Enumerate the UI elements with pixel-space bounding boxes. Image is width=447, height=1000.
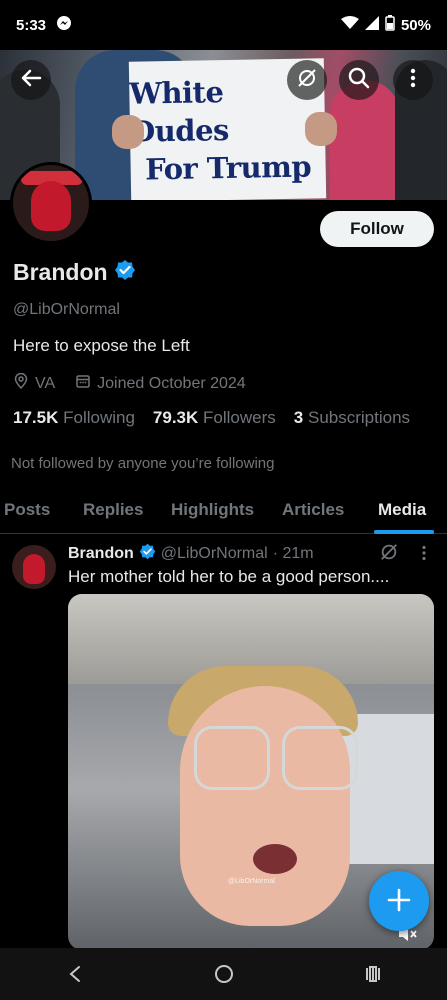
subscriptions-label: Subscriptions: [307, 408, 411, 427]
search-button[interactable]: [339, 60, 379, 100]
sign-line-2: For Trump: [144, 149, 312, 187]
tab-highlights[interactable]: Highlights: [171, 500, 254, 520]
video-mouth: [253, 844, 297, 874]
grok-icon[interactable]: [379, 542, 399, 567]
grok-button[interactable]: [287, 60, 327, 100]
post-handle[interactable]: @LibOrNormal: [161, 545, 268, 563]
verified-badge-icon: [139, 543, 156, 565]
system-nav-bar: [0, 948, 447, 1000]
tab-articles[interactable]: Articles: [282, 500, 344, 520]
status-bar: 5:33 50%: [0, 0, 447, 50]
active-tab-indicator: [374, 530, 434, 534]
profile-meta: VA Joined October 2024: [13, 372, 246, 394]
nav-back-icon[interactable]: [55, 954, 95, 994]
battery-icon: [385, 15, 395, 35]
avatar-mask: [31, 181, 71, 231]
back-arrow-icon: [20, 67, 42, 94]
post-author[interactable]: Brandon: [68, 545, 134, 563]
grok-icon: [296, 67, 318, 94]
wifi-icon: [340, 16, 359, 34]
tab-replies[interactable]: Replies: [83, 500, 143, 520]
calendar-icon: [75, 373, 91, 394]
profile-bio: Here to expose the Left: [13, 336, 190, 355]
followers-count: 79.3K: [152, 408, 199, 427]
post-time: · 21m: [272, 545, 314, 562]
follow-button[interactable]: Follow: [320, 211, 434, 247]
subscriptions-link[interactable]: 3 Subscriptions: [294, 408, 410, 428]
post-avatar-mask: [23, 554, 45, 584]
profile-location: VA: [35, 374, 56, 392]
post-more-icon[interactable]: [421, 545, 427, 566]
more-options-button[interactable]: [393, 60, 433, 100]
followers-label: Followers: [203, 408, 276, 427]
tab-posts[interactable]: Posts: [4, 500, 50, 520]
profile-joined: Joined October 2024: [97, 374, 246, 392]
following-count: 17.5K: [13, 408, 59, 427]
subscriptions-count: 3: [293, 408, 304, 427]
messenger-icon: [56, 15, 72, 35]
following-label: Following: [63, 408, 135, 427]
compose-button[interactable]: [369, 871, 429, 931]
video-glasses: [282, 726, 358, 790]
search-icon: [348, 67, 370, 94]
tab-media[interactable]: Media: [378, 500, 426, 520]
nav-home-icon[interactable]: [204, 954, 244, 994]
signal-icon: [364, 16, 379, 34]
banner-hand: [305, 112, 337, 146]
post-text: Her mother told her to be a good person.…: [68, 567, 390, 586]
back-button[interactable]: [11, 60, 51, 100]
following-link[interactable]: 17.5K Following: [13, 408, 135, 428]
video-glasses: [194, 726, 270, 790]
profile-avatar[interactable]: [10, 162, 92, 244]
banner-hand: [112, 115, 144, 149]
not-followed-note: Not followed by anyone you’re following: [11, 455, 275, 472]
post-header: Brandon @LibOrNormal · 21m: [68, 543, 314, 565]
status-time: 5:33: [16, 16, 47, 34]
location-icon: [13, 372, 29, 394]
followers-link[interactable]: 79.3K Followers: [153, 408, 276, 428]
nav-recents-icon[interactable]: [353, 954, 393, 994]
profile-stats: 17.5K Following 79.3K Followers 3 Subscr…: [13, 408, 410, 428]
profile-handle: @LibOrNormal: [13, 301, 120, 318]
profile-name-row: Brandon: [13, 259, 136, 286]
more-vertical-icon: [410, 68, 416, 93]
video-watermark: @LibOrNormal: [228, 878, 275, 885]
battery-percent: 50%: [400, 16, 431, 34]
display-name: Brandon: [13, 259, 108, 285]
video-face: [180, 686, 350, 926]
post-avatar[interactable]: [12, 545, 56, 589]
compose-plus-icon: [386, 880, 412, 923]
verified-badge-icon[interactable]: [114, 259, 136, 286]
profile-tabs: Posts Replies Highlights Articles Media: [0, 486, 447, 534]
